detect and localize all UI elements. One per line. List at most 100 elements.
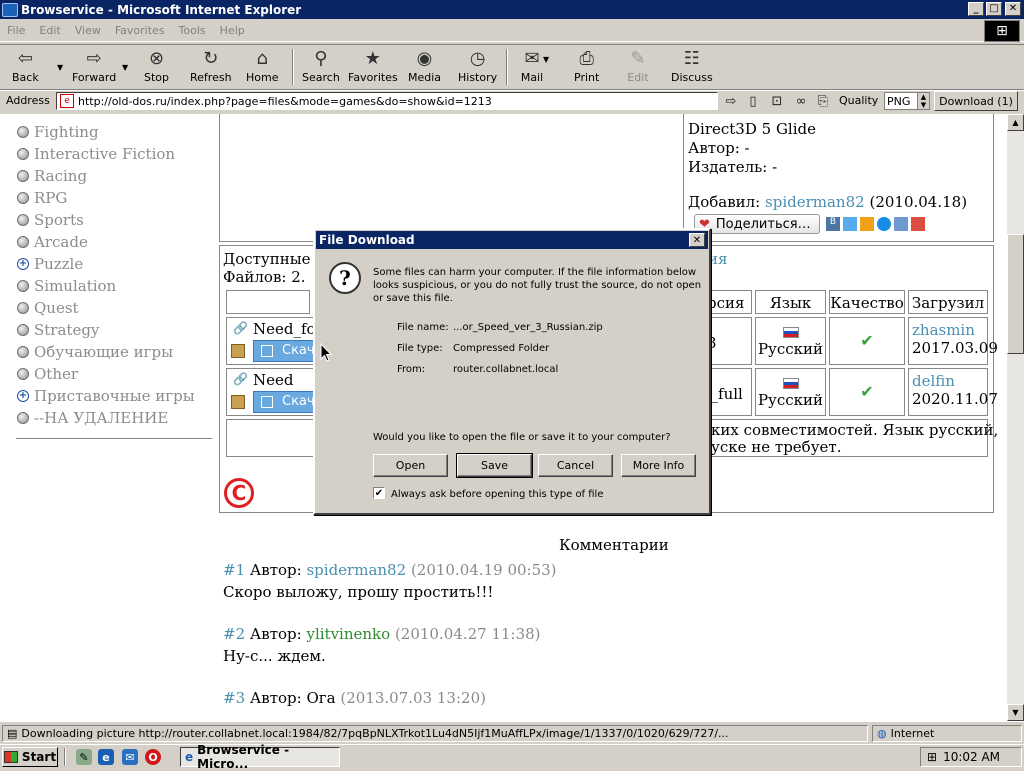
comment-number[interactable]: #1 [223, 561, 245, 579]
category-item[interactable]: Strategy [17, 319, 99, 341]
more-info-button[interactable]: More Info [621, 454, 696, 477]
mailru-icon[interactable] [877, 217, 891, 231]
category-item[interactable]: --НА УДАЛЕНИЕ [17, 407, 168, 429]
opera-icon[interactable]: O [145, 749, 161, 765]
comment-date: (2010.04.19 00:53) [410, 561, 557, 579]
start-button[interactable]: Start [2, 747, 58, 767]
category-item[interactable]: Racing [17, 165, 87, 187]
expand-plus-icon[interactable]: + [17, 390, 29, 402]
comment-number[interactable]: #2 [223, 625, 245, 643]
file-download-dialog: File Download ✕ ? Some files can harm yo… [313, 228, 711, 515]
cancel-button[interactable]: Cancel [538, 454, 613, 477]
scroll-thumb[interactable] [1007, 234, 1024, 354]
uploader-link[interactable]: zhasmin [912, 321, 987, 339]
bullet-icon [17, 412, 29, 424]
go-arrow-icon[interactable]: ⇨ [722, 92, 740, 110]
close-button[interactable]: ✕ [1005, 2, 1021, 16]
spinner-icon[interactable]: ▲ ▼ [917, 93, 929, 109]
added-user-link[interactable]: spiderman82 [765, 193, 865, 211]
back-button[interactable]: ⇦ Back [12, 47, 39, 87]
category-item[interactable]: Simulation [17, 275, 116, 297]
always-ask-checkbox[interactable]: ✔ [373, 487, 385, 499]
find-binoculars-icon[interactable]: ∞ [792, 92, 810, 110]
category-item[interactable]: + Приставочные игры [17, 385, 195, 407]
category-item[interactable]: Arcade [17, 231, 88, 253]
status-text: ▤ Downloading picture http://router.coll… [2, 725, 868, 742]
history-icon: ◷ [469, 47, 486, 69]
vk-icon[interactable]: B [826, 217, 840, 231]
category-item[interactable]: Sports [17, 209, 84, 231]
share-button[interactable]: ❤ Поделиться… [694, 214, 820, 234]
scroll-up-icon[interactable]: ▲ [1007, 114, 1024, 131]
livejournal-icon[interactable] [894, 217, 908, 231]
category-label: Simulation [34, 277, 117, 295]
internet-explorer-icon[interactable]: e [98, 749, 114, 765]
clipboard-icon[interactable]: ⎘ [814, 92, 832, 110]
status-bar: ▤ Downloading picture http://router.coll… [0, 721, 1024, 744]
social-icons: B [826, 217, 925, 231]
mail-icon: ✉ [524, 47, 540, 69]
category-label: Interactive Fiction [34, 145, 176, 163]
comment-number[interactable]: #3 [223, 689, 245, 707]
open-button[interactable]: Open [373, 454, 448, 477]
category-label: Arcade [34, 233, 88, 251]
category-item[interactable]: RPG [17, 187, 67, 209]
category-item[interactable]: Interactive Fiction [17, 143, 175, 165]
category-item[interactable]: Fighting [17, 121, 99, 143]
category-item[interactable]: Other [17, 363, 78, 385]
menu-tools[interactable]: Tools [172, 24, 213, 37]
mouse-cursor-icon [320, 343, 332, 362]
minimize-button[interactable]: _ [968, 2, 984, 16]
maximize-button[interactable]: □ [986, 2, 1002, 16]
comment-author[interactable]: ylitvinenko [306, 625, 390, 643]
refresh-button[interactable]: ↻ Refresh [190, 47, 232, 87]
network-icon[interactable]: ⊞ [927, 750, 937, 764]
dialog-close-button[interactable]: ✕ [689, 233, 705, 247]
address-label: Address [6, 94, 50, 107]
menu-help[interactable]: Help [213, 24, 252, 37]
back-dropdown-icon[interactable]: ▼ [57, 63, 63, 72]
bookmark-icon[interactable]: ▯ [744, 92, 762, 110]
show-desktop-icon[interactable]: ✎ [76, 749, 92, 765]
address-input[interactable]: e http://old-dos.ru/index.php?page=files… [56, 92, 718, 110]
search-button[interactable]: ⚲ Search [302, 47, 340, 87]
ie-icon [2, 2, 18, 17]
print-button[interactable]: ⎙ Print [574, 47, 599, 87]
edit-button[interactable]: ✎ Edit [626, 47, 650, 87]
forward-button[interactable]: ⇨ Forward [72, 47, 116, 87]
download-button[interactable]: Download (1) [934, 91, 1018, 111]
stop-button[interactable]: ⊗ Stop [144, 47, 169, 87]
category-label: --НА УДАЛЕНИЕ [34, 409, 169, 427]
vertical-scrollbar[interactable]: ▲ ▼ [1007, 114, 1024, 721]
uploader-link[interactable]: delfin [912, 372, 987, 390]
scroll-down-icon[interactable]: ▼ [1007, 704, 1024, 721]
category-item[interactable]: + Puzzle [17, 253, 83, 275]
outlook-express-icon[interactable]: ✉ [122, 749, 138, 765]
comment-author[interactable]: spiderman82 [306, 561, 406, 579]
forward-dropdown-icon[interactable]: ▼ [122, 63, 128, 72]
menu-view[interactable]: View [68, 24, 108, 37]
file-type-value: Compressed Folder [453, 343, 550, 354]
menu-edit[interactable]: Edit [32, 24, 67, 37]
save-button[interactable]: Save [456, 453, 533, 478]
quality-select[interactable]: PNG ▲ ▼ [884, 92, 930, 110]
media-button[interactable]: ◉ Media [408, 47, 441, 87]
google-plus-icon[interactable] [911, 217, 925, 231]
category-item[interactable]: Quest [17, 297, 79, 319]
menu-favorites[interactable]: Favorites [108, 24, 172, 37]
home-button[interactable]: ⌂ Home [246, 47, 278, 87]
discuss-button[interactable]: ☷ Discuss [671, 47, 713, 87]
bookmark-add-icon[interactable]: ⊡ [768, 92, 786, 110]
favorites-button[interactable]: ★ Favorites [348, 47, 398, 87]
category-item[interactable]: Обучающие игры [17, 341, 173, 363]
menu-file[interactable]: File [0, 24, 32, 37]
mail-dropdown-icon[interactable]: ▼ [543, 55, 549, 64]
taskbar-browser-button[interactable]: e Browservice - Micro... [180, 743, 340, 771]
expand-plus-icon[interactable]: + [17, 258, 29, 270]
from-value: router.collabnet.local [453, 364, 559, 375]
twitter-icon[interactable] [843, 217, 857, 231]
mail-button[interactable]: ✉ Mail [520, 47, 544, 87]
odnoklassniki-icon[interactable] [860, 217, 874, 231]
comment-date: (2013.07.03 13:20) [340, 689, 486, 707]
history-button[interactable]: ◷ History [458, 47, 497, 87]
